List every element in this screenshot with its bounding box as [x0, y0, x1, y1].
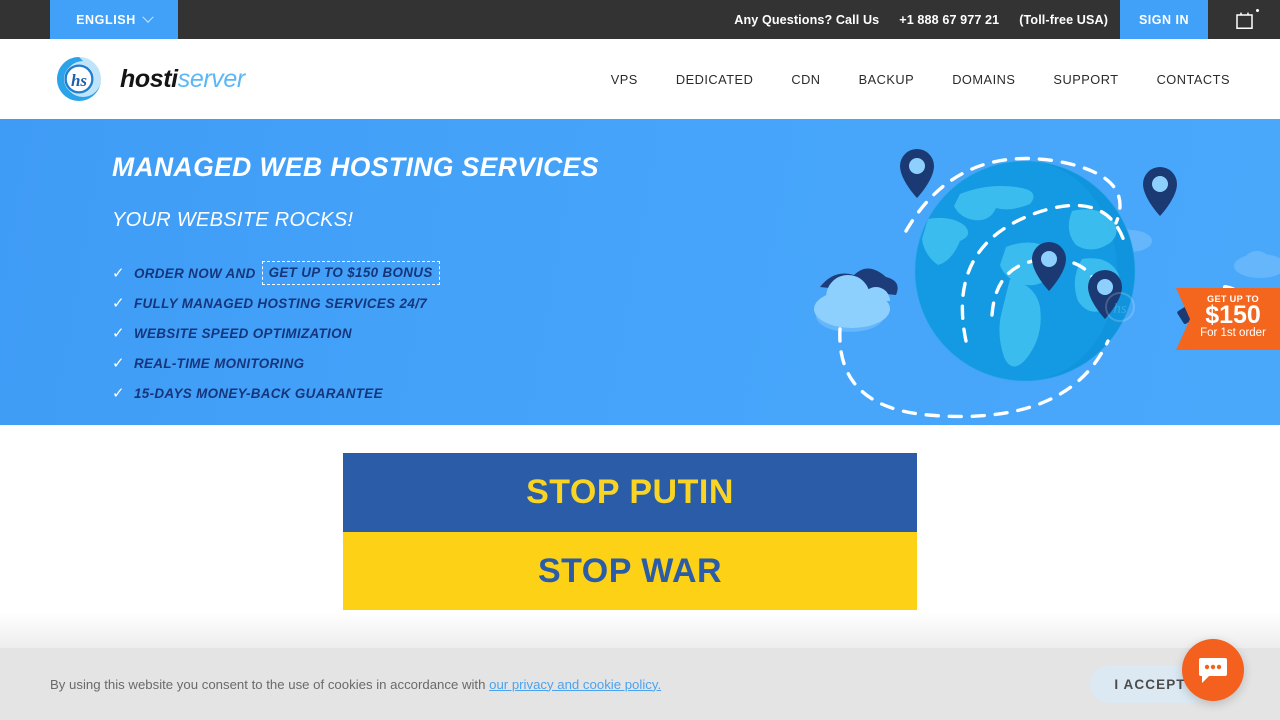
ribbon-line-3: For 1st order [1200, 327, 1266, 339]
logo-wordmark: hostiserver [120, 65, 245, 94]
globe-illustration: hs [814, 149, 1280, 419]
logo[interactable]: hs hostiserver [50, 55, 245, 103]
logo-text-secondary: server [177, 64, 245, 93]
hero-copy: MANAGED WEB HOSTING SERVICES YOUR WEBSIT… [112, 152, 599, 408]
hero-title: MANAGED WEB HOSTING SERVICES [112, 152, 599, 182]
list-item: ✓ FULLY MANAGED HOSTING SERVICES 24/7 [112, 288, 599, 318]
check-icon: ✓ [112, 385, 125, 402]
svg-text:hs: hs [71, 71, 87, 90]
top-bar-spacer [178, 0, 734, 39]
cookie-message: By using this website you consent to the… [50, 677, 661, 692]
feature-label: REAL-TIME MONITORING [134, 355, 305, 371]
list-item: ✓ 15-DAYS MONEY-BACK GUARANTEE [112, 378, 599, 408]
top-bar-right: Any Questions? Call Us +1 888 67 977 21 … [734, 0, 1280, 39]
promo-ribbon[interactable]: GET UP TO $150 For 1st order [1176, 288, 1280, 350]
check-icon: ✓ [112, 355, 125, 372]
language-label: ENGLISH [76, 12, 136, 27]
check-icon: ✓ [112, 325, 125, 342]
nav-item-support[interactable]: SUPPORT [1053, 72, 1118, 87]
cookie-consent-bar: By using this website you consent to the… [0, 648, 1280, 720]
cart-badge-dot [1256, 9, 1259, 12]
banner-top-half: STOP PUTIN [343, 453, 917, 532]
banner-line-2: STOP WAR [537, 551, 723, 590]
page-fade-gradient [0, 612, 1280, 648]
bonus-link[interactable]: GET UP TO $150 BONUS [261, 261, 440, 285]
feature-label: WEBSITE SPEED OPTIMIZATION [134, 325, 352, 341]
nav-item-vps[interactable]: VPS [611, 72, 638, 87]
logo-text-primary: hosti [120, 64, 178, 93]
chat-widget-button[interactable] [1182, 639, 1244, 701]
top-bar: ENGLISH Any Questions? Call Us +1 888 67… [0, 0, 1280, 39]
sign-in-button[interactable]: SIGN IN [1120, 0, 1208, 39]
stop-war-banner[interactable]: STOP PUTIN STOP WAR [343, 453, 917, 610]
check-icon: ✓ [112, 295, 125, 312]
hero-subtitle: YOUR WEBSITE ROCKS! [112, 209, 354, 231]
check-icon: ✓ [112, 265, 125, 282]
tollfree-label: (Toll-free USA) [1019, 12, 1108, 27]
hero-feature-list: ✓ ORDER NOW AND GET UP TO $150 BONUS ✓ F… [112, 258, 599, 408]
feature-label: ORDER NOW AND [134, 265, 256, 281]
site-header: hs hostiserver VPS DEDICATED CDN BACKUP … [0, 39, 1280, 119]
chat-bubble-icon [1199, 658, 1227, 683]
feature-label: 15-DAYS MONEY-BACK GUARANTEE [134, 385, 383, 401]
list-item: ✓ REAL-TIME MONITORING [112, 348, 599, 378]
nav-item-dedicated[interactable]: DEDICATED [676, 72, 754, 87]
main-navigation: VPS DEDICATED CDN BACKUP DOMAINS SUPPORT… [611, 72, 1230, 87]
chevron-down-icon [142, 11, 154, 23]
list-item: ✓ WEBSITE SPEED OPTIMIZATION [112, 318, 599, 348]
shopping-bag-icon [1235, 12, 1253, 29]
cookie-text: By using this website you consent to the… [50, 676, 490, 692]
list-item: ✓ ORDER NOW AND GET UP TO $150 BONUS [112, 258, 599, 288]
banner-line-1: STOP PUTIN [526, 473, 734, 511]
hostiserver-logo-icon: hs [57, 57, 101, 101]
privacy-policy-link[interactable]: our privacy and cookie policy. [489, 677, 661, 692]
map-pin [900, 149, 934, 198]
phone-number[interactable]: +1 888 67 977 21 [899, 0, 1019, 39]
ribbon-amount: $150 [1205, 301, 1261, 329]
feature-label: FULLY MANAGED HOSTING SERVICES 24/7 [134, 295, 428, 311]
nav-item-domains[interactable]: DOMAINS [952, 72, 1015, 87]
questions-label: Any Questions? Call Us [734, 12, 880, 27]
banner-bottom-half: STOP WAR [343, 532, 917, 610]
nav-item-cdn[interactable]: CDN [791, 72, 820, 87]
hero-section: hs MANAGED WEB HOSTING SERVICES YOUR WEB… [0, 119, 1280, 425]
nav-item-backup[interactable]: BACKUP [859, 72, 915, 87]
nav-item-contacts[interactable]: CONTACTS [1157, 72, 1230, 87]
svg-text:hs: hs [1113, 301, 1127, 317]
cart-button[interactable] [1208, 0, 1280, 39]
map-pin [1143, 167, 1177, 216]
language-selector[interactable]: ENGLISH [50, 0, 178, 39]
